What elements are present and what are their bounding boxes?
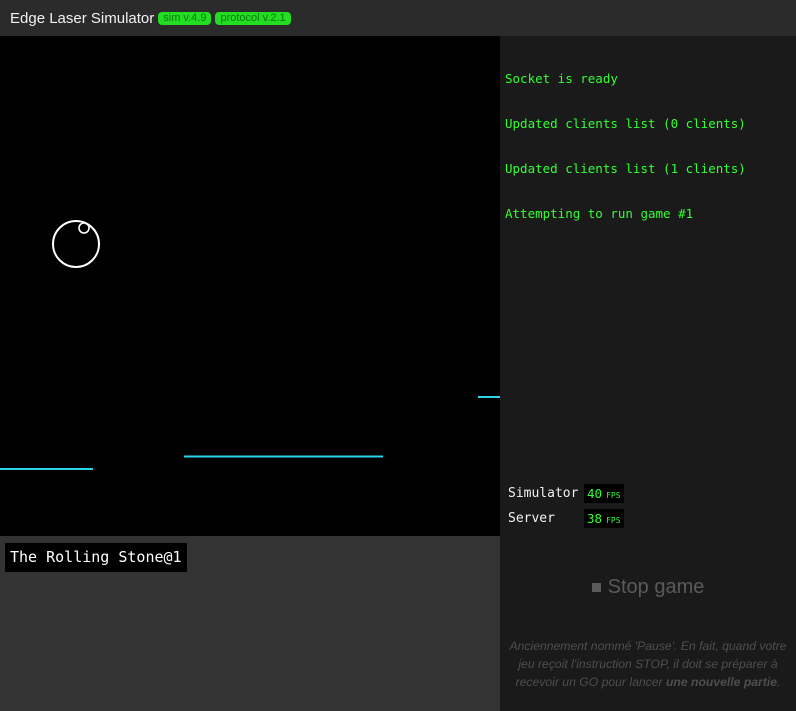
sim-version-badge: sim v.4.9: [158, 11, 212, 25]
console-line: Attempting to run game #1: [505, 206, 694, 221]
protocol-version-badge: protocol v.2.1: [215, 11, 291, 25]
server-fps-display: 38 FPS: [584, 508, 624, 528]
app-title: Edge Laser Simulator: [10, 9, 155, 27]
description-end: .: [777, 675, 781, 689]
simulator-fps-display: 40 FPS: [584, 483, 624, 503]
player-panel: The Rolling Stone@1: [0, 536, 500, 711]
header-bar: Edge Laser Simulator sim v.4.9 protocol …: [0, 0, 796, 36]
player-name-label: The Rolling Stone@1: [5, 543, 187, 572]
stop-game-label: Stop game: [607, 575, 705, 598]
server-fps-unit: FPS: [606, 515, 621, 525]
server-fps-label: Server: [508, 510, 555, 526]
control-panel: Stop game Anciennement nommé 'Pause'. En…: [500, 536, 796, 711]
app-root: Edge Laser Simulator sim v.4.9 protocol …: [0, 0, 796, 711]
simulator-fps-value: 40: [587, 485, 603, 501]
console-line: Updated clients list (0 clients): [505, 116, 746, 131]
stop-icon: [591, 582, 601, 592]
simulator-fps-unit: FPS: [606, 490, 621, 500]
player-ball: [52, 220, 100, 268]
console-log: Socket is ready Updated clients list (0 …: [500, 36, 796, 476]
console-line: Updated clients list (1 clients): [505, 161, 746, 176]
player-ball-marker: [78, 222, 90, 234]
console-line: Socket is ready: [505, 71, 618, 86]
description-emphasis: une nouvelle partie: [665, 675, 778, 689]
fps-panel: Simulator 40 FPS Server 38 FPS: [500, 476, 796, 536]
game-canvas[interactable]: [0, 36, 500, 536]
server-fps-row: Server 38 FPS: [508, 507, 624, 529]
server-fps-value: 38: [587, 510, 603, 526]
simulator-fps-label: Simulator: [508, 485, 579, 501]
stop-game-button[interactable]: Stop game: [500, 574, 796, 600]
stop-game-description: Anciennement nommé 'Pause'. En fait, qua…: [500, 637, 796, 691]
simulator-fps-row: Simulator 40 FPS: [508, 482, 624, 504]
